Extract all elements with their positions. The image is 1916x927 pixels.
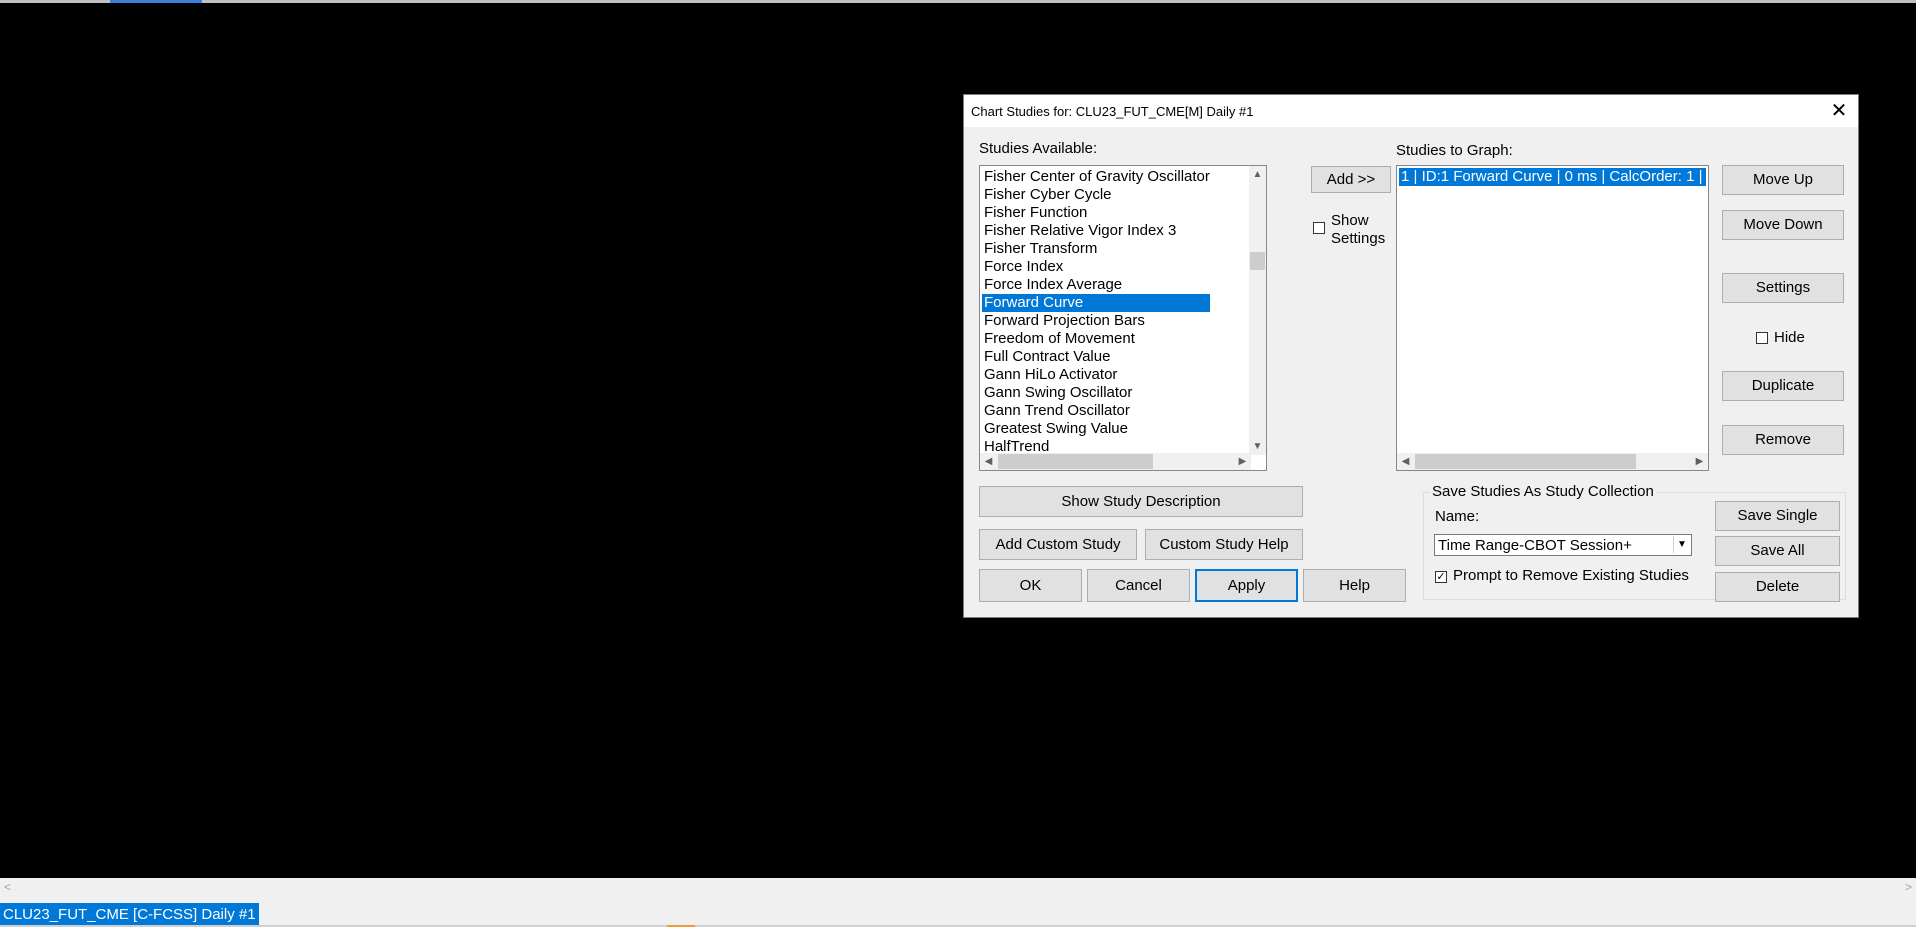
study-list-item[interactable]: Fisher Relative Vigor Index 3 xyxy=(982,222,1210,240)
prompt-remove-checkbox[interactable]: ✓ xyxy=(1435,571,1447,583)
hide-checkbox[interactable] xyxy=(1756,332,1768,344)
graph-list-item[interactable]: 1 | ID:1 Forward Curve | 0 ms | CalcOrde… xyxy=(1399,168,1706,186)
chart-studies-dialog: Chart Studies for: CLU23_FUT_CME[M] Dail… xyxy=(963,94,1859,618)
study-list-item[interactable]: Gann HiLo Activator xyxy=(982,366,1210,384)
help-button[interactable]: Help xyxy=(1303,569,1406,602)
studies-available-label: Studies Available: xyxy=(979,140,1098,157)
studies-to-graph-label: Studies to Graph: xyxy=(1396,142,1513,159)
prompt-remove-label: Prompt to Remove Existing Studies xyxy=(1453,567,1689,584)
move-down-button[interactable]: Move Down xyxy=(1722,210,1844,240)
show-study-description-button[interactable]: Show Study Description xyxy=(979,486,1303,517)
study-collection-legend: Save Studies As Study Collection xyxy=(1430,483,1656,500)
scroll-left-icon[interactable]: < xyxy=(4,880,11,894)
scroll-right-icon[interactable]: ▶ xyxy=(1691,453,1708,470)
study-list-item[interactable]: Fisher Function xyxy=(982,204,1210,222)
scroll-down-icon[interactable]: ▼ xyxy=(1249,438,1266,455)
scroll-left-icon[interactable]: ◀ xyxy=(1397,453,1414,470)
studies-to-graph-items: 1 | ID:1 Forward Curve | 0 ms | CalcOrde… xyxy=(1399,168,1706,186)
duplicate-button[interactable]: Duplicate xyxy=(1722,371,1844,401)
available-vscroll-thumb[interactable] xyxy=(1250,252,1265,270)
show-settings-label: Show Settings xyxy=(1331,212,1385,248)
delete-button[interactable]: Delete xyxy=(1715,572,1840,602)
close-icon[interactable]: ✕ xyxy=(1826,98,1852,124)
study-list-item[interactable]: Gann Swing Oscillator xyxy=(982,384,1210,402)
cancel-button[interactable]: Cancel xyxy=(1087,569,1190,602)
add-custom-study-button[interactable]: Add Custom Study xyxy=(979,529,1137,560)
add-study-button[interactable]: Add >> xyxy=(1311,166,1391,193)
study-list-item[interactable]: Gann Trend Oscillator xyxy=(982,402,1210,420)
available-hscroll-thumb[interactable] xyxy=(998,454,1153,469)
move-up-button[interactable]: Move Up xyxy=(1722,165,1844,195)
dialog-title: Chart Studies for: CLU23_FUT_CME[M] Dail… xyxy=(971,104,1254,119)
custom-study-help-button[interactable]: Custom Study Help xyxy=(1145,529,1303,560)
scroll-right-icon[interactable]: > xyxy=(1905,880,1912,894)
available-horizontal-scrollbar[interactable]: ◀ ▶ xyxy=(980,453,1251,470)
study-list-item[interactable]: Full Contract Value xyxy=(982,348,1210,366)
graph-hscroll-thumb[interactable] xyxy=(1415,454,1636,469)
study-list-item[interactable]: Freedom of Movement xyxy=(982,330,1210,348)
study-list-item[interactable]: Forward Projection Bars xyxy=(982,312,1210,330)
studies-to-graph-list[interactable]: 1 | ID:1 Forward Curve | 0 ms | CalcOrde… xyxy=(1396,165,1709,471)
settings-button[interactable]: Settings xyxy=(1722,273,1844,303)
chevron-down-icon[interactable]: ▼ xyxy=(1673,536,1690,553)
hide-label: Hide xyxy=(1774,329,1805,346)
scroll-left-icon[interactable]: ◀ xyxy=(980,453,997,470)
apply-button[interactable]: Apply xyxy=(1195,569,1298,602)
dialog-titlebar[interactable]: Chart Studies for: CLU23_FUT_CME[M] Dail… xyxy=(964,95,1858,127)
ok-button[interactable]: OK xyxy=(979,569,1082,602)
collection-name-value: Time Range-CBOT Session+ xyxy=(1438,537,1632,554)
chart-tab-strip: CLU23_FUT_CME [C-FCSS] Daily #1 xyxy=(0,901,1916,927)
window-top-border xyxy=(0,0,1916,3)
study-list-item[interactable]: Fisher Cyber Cycle xyxy=(982,186,1210,204)
scroll-right-icon[interactable]: ▶ xyxy=(1234,453,1251,470)
study-list-item[interactable]: Forward Curve xyxy=(982,294,1210,312)
bottom-bar: < > CLU23_FUT_CME [C-FCSS] Daily #1 xyxy=(0,878,1916,927)
studies-available-items: Fisher Center of Gravity Oscillator Fishe… xyxy=(982,168,1210,456)
active-tab-indicator xyxy=(110,0,202,3)
save-all-button[interactable]: Save All xyxy=(1715,536,1840,566)
studies-available-list[interactable]: Fisher Center of Gravity Oscillator Fishe… xyxy=(979,165,1267,471)
study-list-item[interactable]: Fisher Center of Gravity Oscillator xyxy=(982,168,1210,186)
graph-horizontal-scrollbar[interactable]: ◀ ▶ xyxy=(1397,453,1708,470)
available-vertical-scrollbar[interactable]: ▲ ▼ xyxy=(1249,166,1266,455)
collection-name-label: Name: xyxy=(1435,508,1480,525)
scroll-up-icon[interactable]: ▲ xyxy=(1249,166,1266,183)
save-single-button[interactable]: Save Single xyxy=(1715,501,1840,531)
chart-horizontal-scrollbar[interactable]: < > xyxy=(0,878,1916,898)
remove-button[interactable]: Remove xyxy=(1722,425,1844,455)
study-list-item[interactable]: Force Index Average xyxy=(982,276,1210,294)
study-list-item[interactable]: Force Index xyxy=(982,258,1210,276)
chart-tab[interactable]: CLU23_FUT_CME [C-FCSS] Daily #1 xyxy=(0,903,259,927)
study-collection-group: Save Studies As Study Collection Name: T… xyxy=(1423,483,1846,602)
collection-name-combobox[interactable]: Time Range-CBOT Session+ ▼ xyxy=(1434,534,1692,556)
study-list-item[interactable]: Greatest Swing Value xyxy=(982,420,1210,438)
show-settings-line1: Show xyxy=(1331,212,1369,229)
study-list-item[interactable]: Fisher Transform xyxy=(982,240,1210,258)
show-settings-line2: Settings xyxy=(1331,230,1386,247)
show-settings-checkbox[interactable] xyxy=(1313,222,1325,234)
